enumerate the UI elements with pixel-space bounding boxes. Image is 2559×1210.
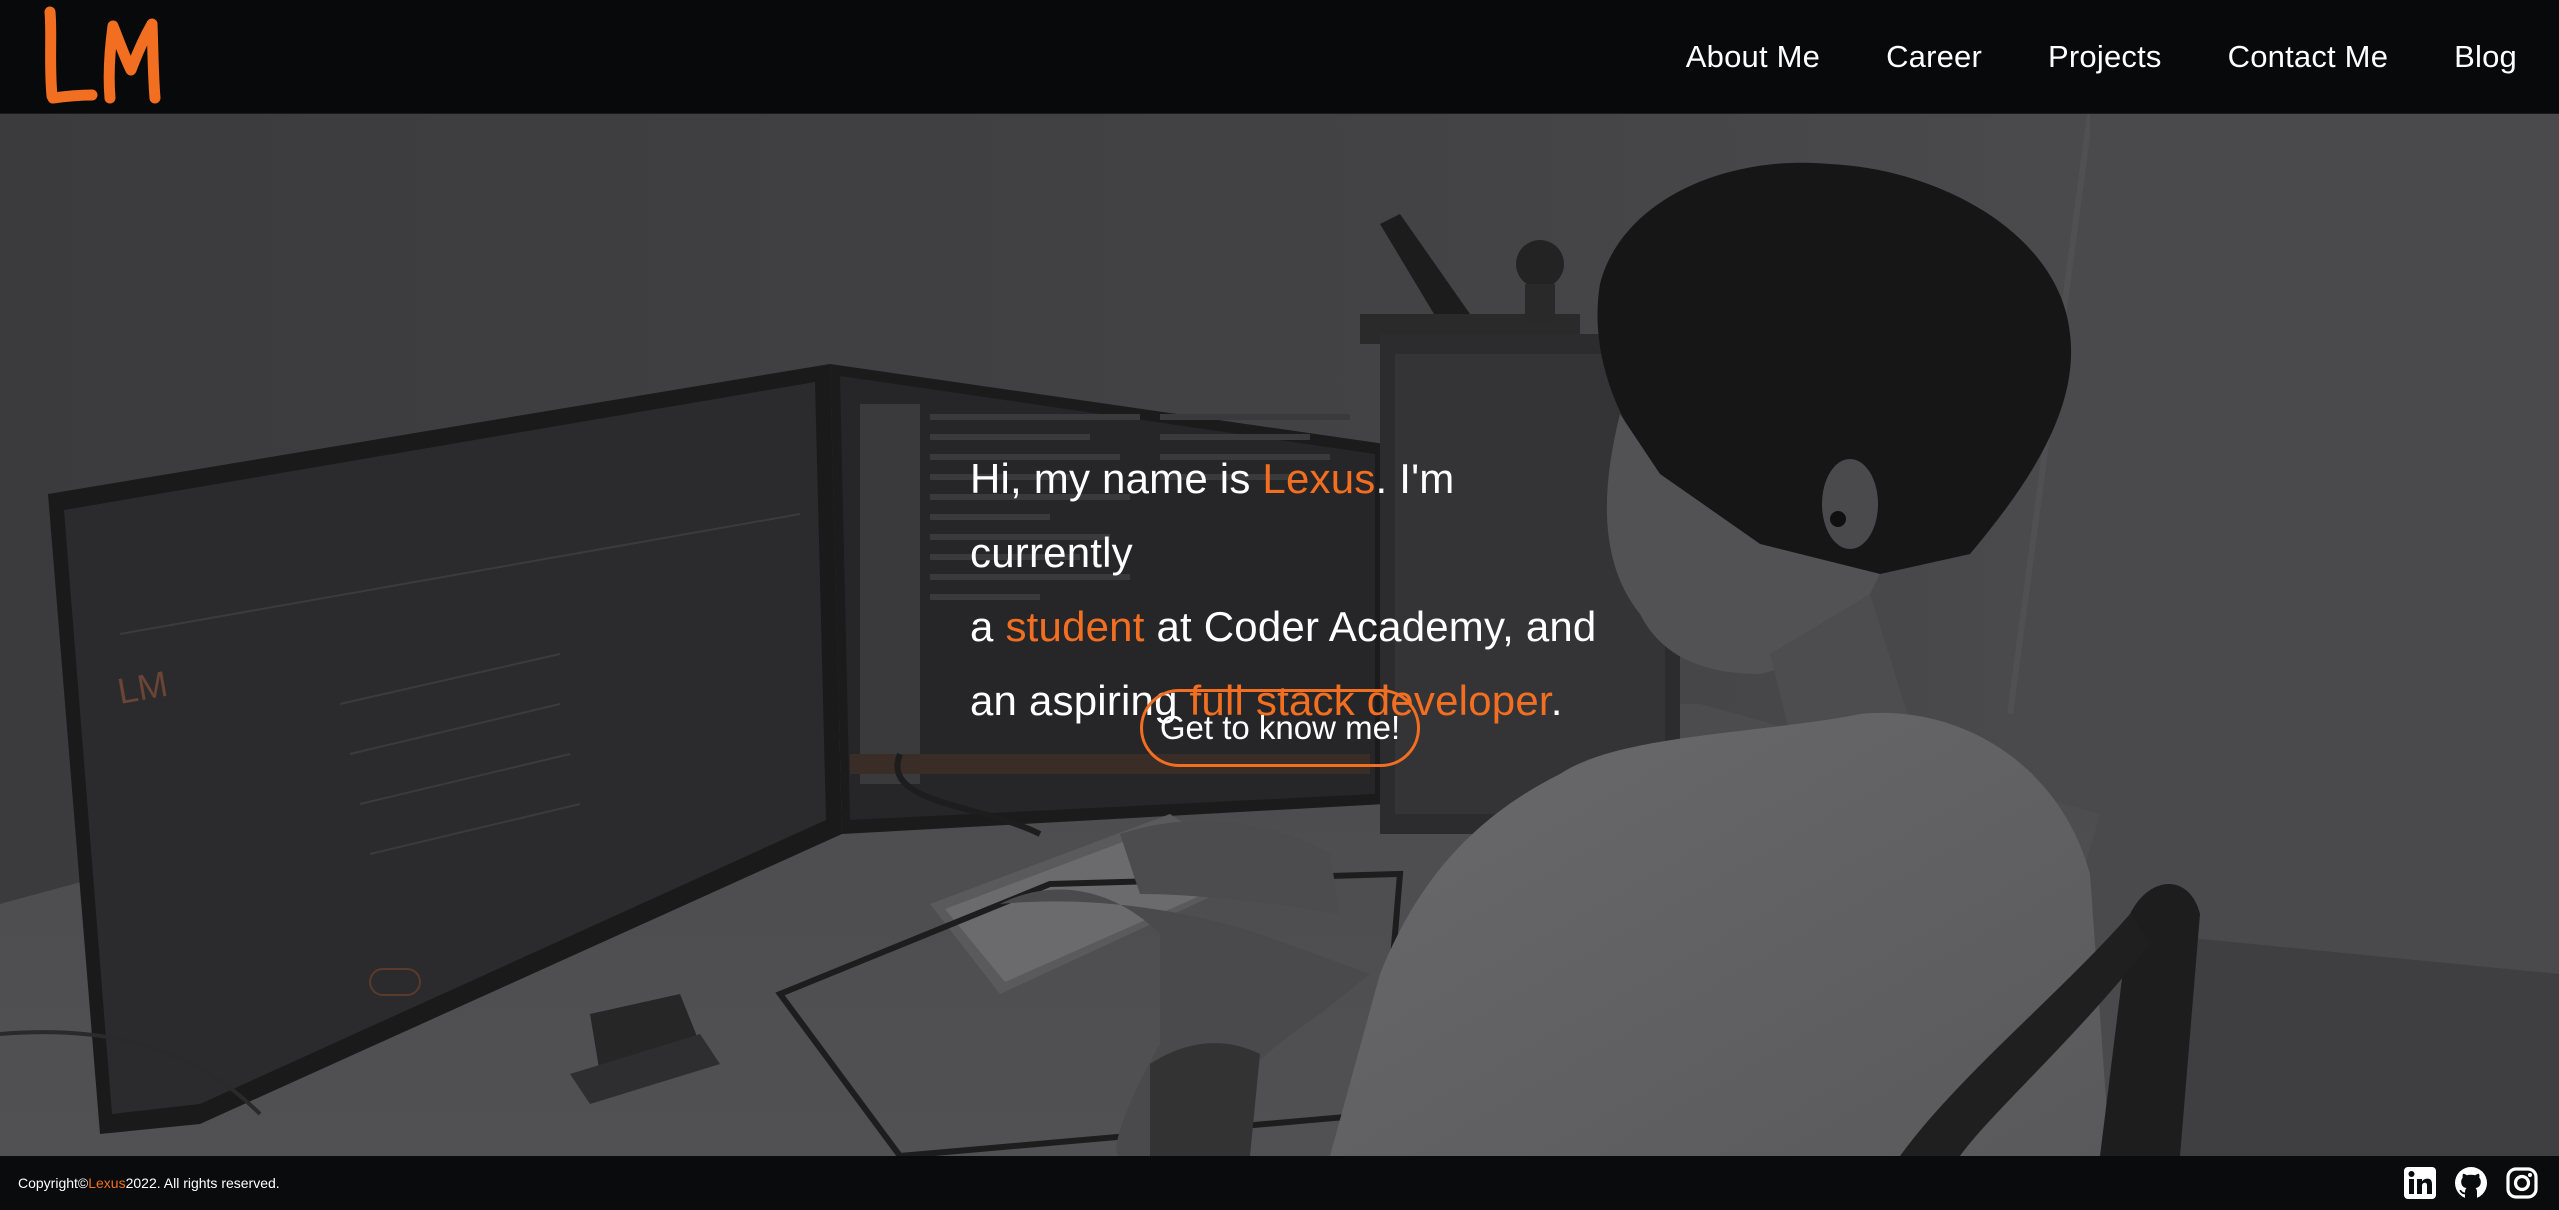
- logo-link[interactable]: [40, 4, 170, 108]
- nav-about-me[interactable]: About Me: [1686, 39, 1820, 75]
- nav-contact-me[interactable]: Contact Me: [2228, 39, 2389, 75]
- linkedin-icon[interactable]: [2403, 1166, 2437, 1200]
- hero-role-highlight: student: [1005, 603, 1145, 650]
- copyright-text: Copyright© Lexus 2022. All rights reserv…: [18, 1156, 280, 1210]
- lm-logo-icon: [44, 6, 161, 104]
- hero-line-1-prefix: Hi, my name is: [970, 455, 1263, 502]
- hero-line-2: a student at Coder Academy, and: [970, 590, 1610, 664]
- hero-line-3-suffix: .: [1550, 677, 1563, 724]
- footer: Copyright© Lexus 2022. All rights reserv…: [0, 1156, 2559, 1210]
- hero-line-2-prefix: a: [970, 603, 1006, 650]
- nav-links: About Me Career Projects Contact Me Blog: [1686, 0, 2517, 114]
- hero-line-2-suffix: at Coder Academy, and: [1144, 603, 1597, 650]
- copyright-suffix: 2022. All rights reserved.: [125, 1175, 280, 1191]
- nav-career[interactable]: Career: [1886, 39, 1982, 75]
- hero-name-highlight: Lexus: [1262, 455, 1376, 502]
- github-icon[interactable]: [2454, 1166, 2488, 1200]
- nav-blog[interactable]: Blog: [2454, 39, 2517, 75]
- navbar: About Me Career Projects Contact Me Blog: [0, 0, 2559, 114]
- instagram-icon[interactable]: [2505, 1166, 2539, 1200]
- hero-section: LM Hi, my name is Lexus. I'm currently a…: [0, 114, 2559, 1156]
- hero-line-1: Hi, my name is Lexus. I'm currently: [970, 442, 1610, 590]
- get-to-know-me-button[interactable]: Get to know me!: [1140, 689, 1420, 767]
- copyright-name: Lexus: [88, 1175, 126, 1191]
- svg-text:LM: LM: [114, 663, 170, 712]
- social-links: [2403, 1166, 2539, 1200]
- copyright-prefix: Copyright©: [18, 1175, 89, 1191]
- nav-projects[interactable]: Projects: [2048, 39, 2162, 75]
